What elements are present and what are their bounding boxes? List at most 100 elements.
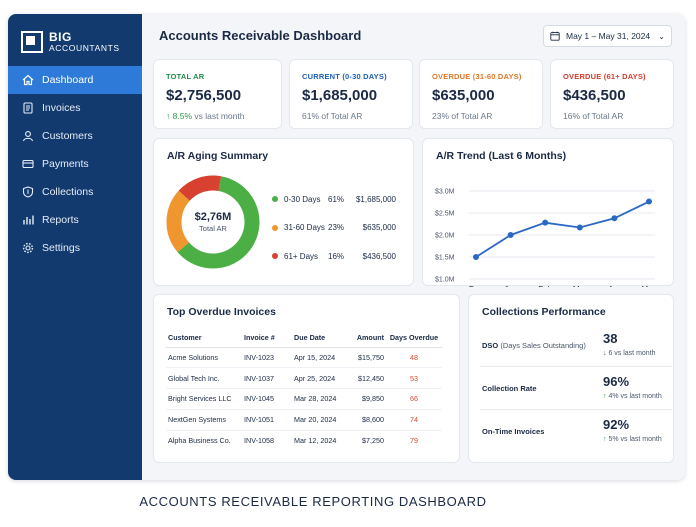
brand-sub: ACCOUNTANTS: [49, 43, 120, 54]
legend-label: 61+ Days: [284, 251, 319, 261]
user-icon: [22, 130, 34, 142]
trend-point: [542, 219, 549, 226]
trend-point: [473, 254, 479, 260]
kpi-change-value: 8.5%: [172, 111, 192, 121]
due-date-cell: Mar 12, 2024: [294, 436, 337, 446]
metric-change: ↓ 6 vs last month: [603, 350, 656, 357]
card-icon: [22, 158, 34, 170]
main-content: Accounts Receivable Dashboard May 1 – Ma…: [142, 14, 685, 480]
sidebar-item-reports[interactable]: Reports: [8, 206, 142, 234]
overdue-table: Customer Invoice # Due Date Amount Days …: [166, 329, 442, 451]
legend-swatch: [272, 224, 278, 231]
table-row[interactable]: Global Tech Inc. INV-1037 Apr 25, 2024 $…: [166, 367, 442, 390]
chevron-down-icon: ⌄: [658, 31, 665, 41]
sidebar-item-label: Settings: [42, 242, 80, 254]
home-icon: [22, 74, 34, 86]
amount-cell: $12,450: [348, 367, 386, 390]
legend-swatch: [272, 253, 278, 260]
sidebar-item-dashboard[interactable]: Dashboard: [8, 66, 142, 94]
customer-cell: Global Tech Inc.: [166, 367, 242, 390]
ar-trend-card: A/R Trend (Last 6 Months) $1.0M $1.5M $2.0…: [422, 138, 674, 287]
kpi-card-overdue-31-60: OVERDUE (31-60 DAYS) $635,000 23% of Tot…: [419, 59, 543, 129]
donut-total-label: Total AR: [199, 224, 227, 233]
table-row[interactable]: Bright Services LLC INV-1045 Mar 28, 202…: [166, 388, 442, 410]
column-header[interactable]: Days Overdue: [386, 329, 442, 348]
invoice-cell[interactable]: INV-1051: [242, 409, 292, 431]
kpi-card-total-ar: TOTAL AR $2,756,500 ↑ 8.5% vs last month: [153, 59, 282, 129]
kpi-card-overdue-61-plus: OVERDUE (61+ DAYS) $436,500 16% of Total…: [550, 59, 674, 129]
customer-cell: Acme Solutions: [166, 347, 242, 369]
kpi-sub: 23% of Total AR: [432, 111, 493, 121]
customer-cell: Alpha Business Co.: [168, 436, 231, 446]
metric-change: ↑ 5% vs last month: [603, 436, 662, 443]
due-date-cell: Mar 20, 2024: [292, 409, 348, 431]
column-header[interactable]: Due Date: [292, 329, 348, 348]
legend-percent: 61%: [328, 194, 345, 204]
invoice-cell[interactable]: INV-1045: [242, 388, 292, 410]
legend-swatch: [272, 196, 278, 203]
amount-cell: $15,750: [348, 347, 386, 369]
kpi-value: $635,000: [432, 87, 495, 104]
amount-cell: $9,850: [348, 388, 386, 410]
kpi-label: CURRENT (0-30 DAYS): [302, 72, 387, 81]
trend-point: [507, 232, 514, 238]
legend-amount: $436,500: [362, 251, 396, 261]
kpi-label: TOTAL AR: [166, 72, 205, 81]
sidebar-item-label: Customers: [42, 130, 93, 142]
aging-summary-card: A/R Aging Summary $2,76M Total AR 0-30 D…: [153, 138, 414, 286]
trend-line: [475, 200, 650, 258]
collections-performance-card: Collections Performance DSO (Days Sales …: [468, 294, 674, 463]
legend-percent: 16%: [328, 251, 345, 261]
gear-icon: [22, 242, 34, 254]
sidebar-item-settings[interactable]: Settings: [8, 234, 142, 262]
x-tick-label: Mar: [573, 285, 587, 287]
invoice-cell[interactable]: INV-1058: [242, 430, 292, 451]
legend-item: 61+ Days 16% $436,500: [272, 242, 396, 271]
sidebar-item-payments[interactable]: Payments: [8, 150, 142, 178]
legend-label: 0-30 Days: [284, 194, 321, 204]
x-tick-label: Jan: [504, 285, 517, 287]
metric-label: DSO (Days Sales Outstanding): [482, 341, 586, 350]
sidebar-item-label: Reports: [42, 214, 79, 226]
trend-down-icon: ↓: [603, 350, 607, 357]
table-row[interactable]: Acme Solutions INV-1023 Apr 15, 2024 $15…: [166, 347, 442, 369]
sidebar-item-collections[interactable]: Collections: [8, 178, 142, 206]
trend-up-icon: ↑: [603, 436, 607, 443]
x-tick-label: Dec: [469, 285, 483, 287]
invoice-cell[interactable]: INV-1023: [242, 347, 292, 369]
legend-item: 0-30 Days 61% $1,685,000: [272, 185, 396, 214]
page-title: Accounts Receivable Dashboard: [159, 28, 362, 43]
column-header[interactable]: Amount: [348, 329, 386, 348]
sidebar-item-label: Payments: [42, 158, 89, 170]
column-header[interactable]: Invoice #: [242, 329, 292, 348]
y-tick-label: $2.5M: [435, 211, 455, 218]
days-overdue-cell: 66: [386, 388, 442, 410]
app-window: BIG ACCOUNTANTS Dashboard Invoices Custo…: [8, 14, 685, 480]
table-row[interactable]: NextGen Systems INV-1051 Mar 20, 2024 $8…: [166, 409, 442, 431]
aging-legend: 0-30 Days 61% $1,685,000 31-60 Days 23% …: [272, 185, 396, 271]
metric-value: 38: [603, 331, 618, 346]
donut-center: $2,76M Total AR: [166, 175, 260, 269]
metric-dso: DSO (Days Sales Outstanding) 38 ↓ 6 vs l…: [480, 325, 672, 367]
kpi-sub: 61% of Total AR: [302, 111, 363, 121]
kpi-value: $2,756,500: [166, 87, 242, 104]
brand-logo: BIG ACCOUNTANTS: [21, 30, 120, 54]
column-header[interactable]: Customer: [166, 329, 242, 348]
calendar-icon: [550, 31, 560, 41]
metric-on-time-invoices: On-Time Invoices 92% ↑ 5% vs last month: [480, 411, 672, 453]
table-row[interactable]: Alpha Business Co. INV-1058 Mar 12, 2024…: [166, 430, 442, 451]
legend-item: 31-60 Days 23% $635,000: [272, 214, 396, 243]
due-date-cell: Mar 28, 2024: [292, 388, 348, 410]
y-tick-label: $1.0M: [435, 277, 455, 284]
invoice-icon: [22, 102, 34, 114]
date-range-picker[interactable]: May 1 – May 31, 2024 ⌄: [543, 25, 672, 47]
y-tick-label: $1.5M: [435, 255, 455, 262]
sidebar-item-customers[interactable]: Customers: [8, 122, 142, 150]
kpi-sub: 16% of Total AR: [563, 111, 624, 121]
invoice-cell[interactable]: INV-1037: [242, 367, 292, 390]
amount-cell: $8,600: [348, 409, 386, 431]
metric-value: 96%: [603, 374, 630, 389]
legend-percent: 23%: [328, 223, 345, 233]
trend-point: [611, 215, 618, 222]
sidebar-item-invoices[interactable]: Invoices: [8, 94, 142, 122]
